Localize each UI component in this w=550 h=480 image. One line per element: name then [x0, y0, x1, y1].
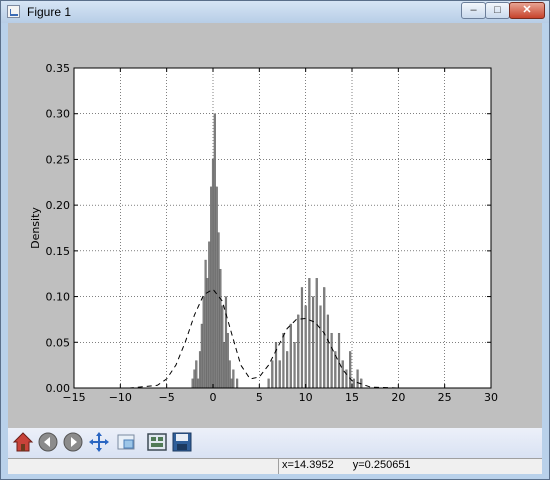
histogram-bar — [191, 378, 194, 389]
histogram-bar — [271, 360, 274, 389]
pan-icon[interactable] — [88, 431, 110, 453]
histogram-bar — [293, 342, 296, 389]
histogram-bar — [217, 232, 220, 389]
histogram-bar — [197, 378, 200, 389]
histogram-bar — [345, 369, 348, 389]
navigation-toolbar — [8, 428, 542, 458]
y-tick-label: 0.20 — [46, 199, 71, 212]
histogram-bar — [297, 314, 300, 389]
histogram-bar — [304, 305, 307, 389]
histogram-bar — [308, 278, 311, 389]
histogram-bar — [213, 113, 216, 389]
y-tick-label: 0.25 — [46, 153, 71, 166]
histogram-bar — [200, 323, 203, 389]
home-icon[interactable] — [12, 431, 34, 453]
histogram-bar — [226, 332, 229, 389]
cursor-coordinates: x=14.3952 y=0.250651 — [282, 459, 427, 471]
histogram-bar — [232, 369, 235, 389]
y-tick-label: 0.15 — [46, 245, 71, 258]
x-tick-label: 10 — [299, 391, 313, 404]
histogram-chart[interactable]: −15 −10 −5 0 5 10 15 20 25 30 0.000.050.100.150.2… — [8, 23, 542, 428]
histogram-bar — [228, 360, 231, 389]
x-tick-label: 5 — [256, 391, 263, 404]
y-tick-label: 0.35 — [46, 62, 71, 75]
histogram-bar — [323, 287, 326, 389]
x-tick-label: 25 — [438, 391, 452, 404]
status-message-cell — [8, 458, 278, 474]
app-icon — [7, 5, 20, 18]
subplots-icon[interactable] — [146, 431, 168, 453]
histogram-bar — [278, 360, 281, 389]
histogram-bar — [286, 351, 289, 389]
y-tick-label: 0.10 — [46, 291, 71, 304]
histogram-bar — [223, 342, 226, 389]
histogram-bar — [224, 296, 228, 389]
x-tick-label: 30 — [484, 391, 498, 404]
back-icon[interactable] — [37, 431, 59, 453]
histogram-bar — [352, 378, 355, 389]
histogram-bar — [341, 360, 344, 389]
histogram-bar — [349, 351, 352, 389]
status-bar: x=14.3952 y=0.250651 — [8, 458, 542, 474]
histogram-bar — [202, 296, 205, 389]
figure-window: Figure 1 – □ ✕ −15 −10 −5 0 5 10 15 20 25 30 0.00… — [0, 0, 550, 480]
x-tick-label: 15 — [345, 391, 359, 404]
histogram-bar — [337, 332, 341, 389]
histogram-bar — [330, 332, 333, 389]
x-coordinate: x=14.3952 — [282, 459, 334, 471]
y-tick-label: 0.00 — [46, 382, 71, 395]
x-tick-label: 20 — [391, 391, 405, 404]
histogram-bar — [300, 287, 304, 389]
close-button[interactable]: ✕ — [509, 2, 545, 19]
histogram-bar — [198, 351, 202, 389]
maximize-button[interactable]: □ — [485, 2, 510, 19]
y-tick-label: 0.30 — [46, 108, 71, 121]
y-coordinate: y=0.250651 — [352, 459, 411, 471]
histogram-bar — [230, 378, 233, 389]
histogram-bar — [204, 259, 207, 389]
histogram-bar — [210, 186, 213, 389]
histogram-bar — [267, 378, 270, 389]
histogram-bar — [195, 360, 198, 389]
minimize-button[interactable]: – — [461, 2, 486, 19]
histogram-bar — [206, 278, 209, 389]
histogram-bar — [356, 369, 359, 389]
histogram-bar — [312, 296, 315, 389]
forward-icon[interactable] — [62, 431, 84, 453]
histogram-bar — [211, 159, 215, 389]
x-tick-label: −5 — [159, 391, 175, 404]
y-tick-label: 0.05 — [46, 336, 71, 349]
histogram-bar — [326, 314, 329, 389]
histogram-bar — [219, 268, 222, 389]
y-axis-label: Density — [29, 207, 42, 249]
histogram-bar — [215, 186, 218, 389]
histogram-bar — [221, 305, 224, 389]
histogram-bar — [315, 278, 318, 389]
histogram-bar — [236, 378, 239, 389]
zoom-icon[interactable] — [115, 431, 137, 453]
window-title: Figure 1 — [27, 5, 72, 19]
histogram-bar — [289, 323, 292, 389]
save-icon[interactable] — [171, 431, 193, 453]
histogram-bar — [319, 305, 322, 389]
figure-canvas[interactable]: −15 −10 −5 0 5 10 15 20 25 30 0.00 0.05 0.10 0.15 0.2… — [8, 23, 542, 428]
histogram-bar — [193, 369, 196, 389]
x-tick-label: 0 — [210, 391, 217, 404]
title-bar[interactable]: Figure 1 – □ ✕ — [1, 1, 549, 23]
histogram-bar — [282, 332, 285, 389]
histogram-bar — [208, 241, 211, 389]
x-tick-label: −10 — [109, 391, 132, 404]
